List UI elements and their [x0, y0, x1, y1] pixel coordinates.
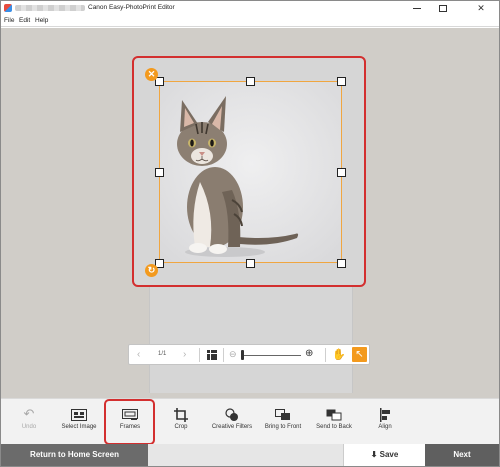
creative-filters-button[interactable]: Creative Filters	[206, 399, 258, 445]
rotate-icon: ↻	[147, 265, 156, 275]
menu-help[interactable]: Help	[35, 16, 48, 25]
maximize-button[interactable]	[431, 1, 455, 15]
zoom-slider-thumb[interactable]	[241, 350, 244, 360]
maximize-icon	[439, 4, 447, 12]
crop-button[interactable]: Crop	[155, 399, 207, 445]
menu-edit[interactable]: Edit	[19, 16, 30, 25]
thumbnail-grid-icon[interactable]	[207, 350, 217, 360]
crop-label: Crop	[174, 424, 188, 430]
menu-bar: File Edit Help	[1, 15, 499, 27]
resize-handle-bottom[interactable]	[246, 259, 255, 268]
zoom-slider-track[interactable]	[243, 355, 301, 356]
align-label: Align	[378, 424, 392, 430]
divider	[223, 348, 224, 362]
resize-handle-right[interactable]	[337, 168, 346, 177]
kitten-photo-icon	[160, 82, 341, 262]
app-logo-icon	[4, 4, 12, 12]
creative-filters-label: Creative Filters	[211, 424, 253, 430]
undo-label: Undo	[21, 424, 37, 430]
close-icon: ✕	[147, 69, 156, 79]
select-image-label: Select Image	[61, 424, 97, 430]
close-icon: ✕	[477, 2, 485, 13]
send-to-back-label: Send to Back	[316, 424, 352, 430]
undo-button[interactable]: ↶ Undo	[3, 399, 55, 445]
creative-filters-icon	[206, 404, 258, 424]
save-button[interactable]: ⬇ Save	[343, 444, 425, 466]
photo-image[interactable]	[159, 81, 342, 263]
pointer-tool-button[interactable]: ↖	[352, 347, 367, 362]
return-home-button[interactable]: Return to Home Screen	[1, 444, 148, 466]
app-window: Canon Easy-PhotoPrint Editor ✕ File Edit…	[0, 0, 500, 467]
zoom-in-icon[interactable]: ⊕	[305, 348, 313, 359]
menu-file[interactable]: File	[4, 16, 14, 25]
resize-handle-top[interactable]	[246, 77, 255, 86]
page-navigation-bar: ‹ 1/1 › ⊖ ⊕ ✋ ↖	[128, 344, 370, 365]
editing-workspace[interactable]: ✕ ↻	[1, 28, 499, 398]
download-icon: ⬇	[370, 450, 378, 459]
close-button[interactable]: ✕	[469, 1, 493, 15]
pointer-icon: ↖	[355, 349, 364, 360]
send-to-back-button[interactable]: Send to Back	[308, 399, 360, 445]
blurred-title-prefix	[15, 5, 85, 11]
window-title: Canon Easy-PhotoPrint Editor	[88, 4, 175, 11]
title-bar[interactable]: Canon Easy-PhotoPrint Editor ✕	[1, 1, 499, 15]
divider	[199, 348, 200, 362]
next-page-button[interactable]: ›	[183, 349, 186, 361]
resize-handle-top-right[interactable]	[337, 77, 346, 86]
page-indicator: 1/1	[158, 351, 167, 357]
zoom-out-icon[interactable]: ⊖	[229, 349, 237, 360]
send-to-back-icon	[308, 404, 360, 424]
minimize-icon	[413, 7, 421, 9]
delete-item-button[interactable]: ✕	[145, 68, 158, 81]
previous-page-button[interactable]: ‹	[137, 349, 140, 361]
next-button[interactable]: Next	[425, 444, 499, 466]
resize-handle-bottom-right[interactable]	[337, 259, 346, 268]
save-label: Save	[379, 450, 399, 459]
frames-button-highlight	[104, 399, 155, 445]
footer-bar: Return to Home Screen ⬇ Save Next	[1, 444, 499, 466]
rotate-item-button[interactable]: ↻	[145, 264, 158, 277]
bring-to-front-icon	[257, 404, 309, 424]
crop-icon	[155, 404, 207, 424]
resize-handle-left[interactable]	[155, 168, 164, 177]
bring-to-front-button[interactable]: Bring to Front	[257, 399, 309, 445]
select-image-icon	[53, 404, 105, 424]
divider	[325, 348, 326, 362]
select-image-button[interactable]: Select Image	[53, 399, 105, 445]
align-icon	[359, 404, 411, 424]
align-button[interactable]: Align	[359, 399, 411, 445]
bring-to-front-label: Bring to Front	[264, 424, 302, 430]
footer-spacer	[148, 444, 343, 466]
hand-tool-icon[interactable]: ✋	[332, 348, 346, 361]
undo-icon: ↶	[23, 406, 35, 421]
minimize-button[interactable]	[405, 1, 429, 15]
edit-toolbar: ↶ Undo Select Image Frames Crop Creative…	[1, 398, 499, 444]
